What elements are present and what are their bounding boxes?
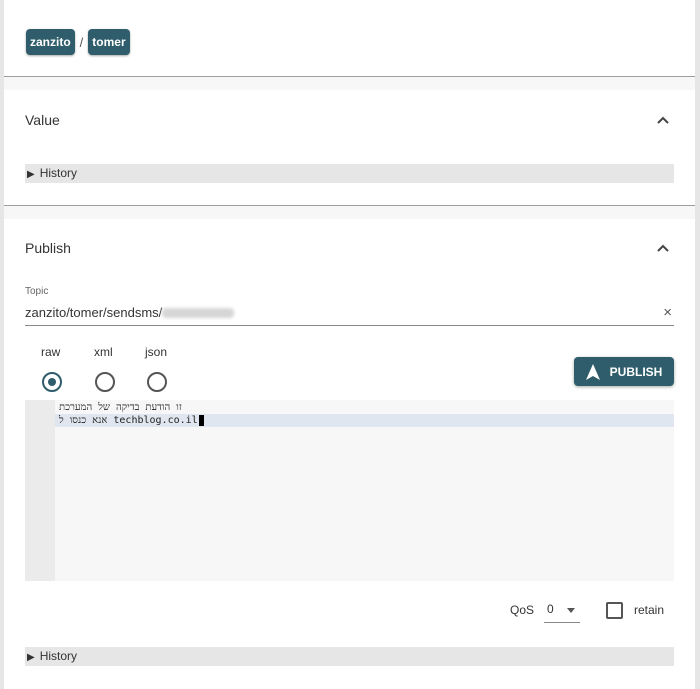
publish-history-toggle[interactable]: ▶ History [25, 647, 674, 666]
editor-gutter [25, 400, 55, 581]
publish-button-label: PUBLISH [609, 364, 663, 379]
qos-select[interactable]: 0 [544, 598, 580, 623]
chevron-up-icon[interactable] [655, 240, 671, 256]
breadcrumb-item-tomer[interactable]: tomer [88, 29, 130, 55]
publish-button[interactable]: PUBLISH [574, 357, 674, 386]
section-gap [4, 206, 695, 219]
format-label-raw: raw [41, 345, 61, 359]
editor-line-active[interactable]: אנא כנסו ל techblog.co.il [55, 414, 674, 427]
navigation-arrow-icon [585, 363, 600, 380]
value-panel-title[interactable]: Value [25, 112, 60, 128]
chevron-up-icon[interactable] [655, 112, 671, 128]
breadcrumb-separator: / [79, 34, 84, 50]
right-frame-edge [695, 0, 700, 689]
retain-label[interactable]: retain [634, 603, 664, 617]
topic-label: Topic [25, 286, 49, 297]
mqtt-explorer-sidebar: zanzito / tomer Value ▶ History Publish T… [4, 0, 695, 689]
clear-icon[interactable]: × [663, 303, 672, 323]
format-radio-json[interactable] [147, 372, 167, 392]
publish-panel-title[interactable]: Publish [25, 240, 71, 256]
redacted-phone-number [162, 307, 235, 318]
publish-history-label: History [39, 649, 78, 663]
format-radio-raw[interactable] [42, 372, 62, 392]
radio-selected-dot [48, 378, 56, 386]
format-radio-xml[interactable] [95, 372, 115, 392]
topic-input[interactable]: zanzito/tomer/sendsms/ × [25, 303, 674, 326]
format-label-json: json [145, 345, 168, 359]
topic-value: zanzito/tomer/sendsms/ [25, 305, 163, 320]
editor-line-text: אנא כנסו ל techblog.co.il [59, 415, 198, 426]
text-caret [198, 414, 204, 426]
editor-line[interactable]: זו הודעת בדיקה של המערכת [55, 401, 674, 414]
breadcrumb-item-zanzito[interactable]: zanzito [26, 29, 75, 55]
dropdown-arrow-icon [567, 608, 575, 613]
format-label-xml: xml [94, 345, 113, 359]
qos-value: 0 [547, 602, 554, 616]
value-history-toggle[interactable]: ▶ History [25, 164, 674, 183]
breadcrumb: zanzito / tomer [26, 29, 130, 55]
editor-line-text: זו הודעת בדיקה של המערכת [59, 402, 182, 413]
qos-label: QoS [510, 603, 535, 617]
value-history-label: History [39, 166, 78, 180]
retain-checkbox[interactable] [606, 602, 623, 619]
message-editor[interactable]: זו הודעת בדיקה של המערכת אנא כנסו ל tech… [25, 400, 674, 581]
triangle-right-icon: ▶ [27, 169, 35, 180]
triangle-right-icon: ▶ [27, 652, 35, 663]
section-gap [4, 77, 695, 90]
